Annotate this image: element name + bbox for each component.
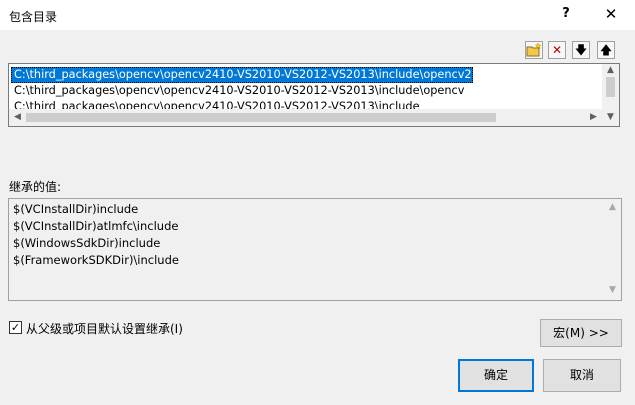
arrow-down-icon: 🡇 bbox=[574, 43, 588, 57]
vertical-scrollbar: ▲ ▼ bbox=[604, 199, 621, 300]
scroll-down-icon: ▼ bbox=[609, 285, 616, 295]
window-title: 包含目录 bbox=[9, 10, 58, 24]
scroll-up-icon[interactable]: ▲ bbox=[602, 65, 619, 75]
delete-icon: ✕ bbox=[551, 43, 563, 57]
list-item[interactable]: C:\third_packages\opencv\opencv2410-VS20… bbox=[12, 83, 464, 99]
arrow-up-icon: 🡅 bbox=[599, 43, 613, 57]
list-item: $(FrameworkSDKDir)\include bbox=[13, 253, 179, 267]
inherited-values-label: 继承的值: bbox=[9, 180, 62, 194]
help-icon[interactable]: ? bbox=[559, 6, 573, 21]
scroll-left-icon[interactable]: ◀ bbox=[9, 112, 26, 122]
move-up-button[interactable]: 🡅 bbox=[597, 41, 615, 59]
scroll-thumb[interactable] bbox=[26, 113, 496, 122]
new-folder-icon bbox=[526, 42, 542, 57]
checkbox[interactable]: ✓ bbox=[9, 321, 22, 334]
scroll-right-icon[interactable]: ▶ bbox=[585, 112, 602, 122]
list-item: $(WindowsSdkDir)include bbox=[13, 236, 161, 250]
new-line-button[interactable] bbox=[525, 41, 543, 59]
ok-button[interactable]: 确定 bbox=[458, 359, 534, 392]
inherited-values-box: $(VCInstallDir)include $(VCInstallDir)at… bbox=[8, 198, 622, 301]
cancel-button[interactable]: 取消 bbox=[543, 359, 621, 392]
close-icon[interactable]: ✕ bbox=[600, 4, 622, 24]
list-item[interactable]: C:\third_packages\opencv\opencv2410-VS20… bbox=[11, 67, 473, 83]
scroll-thumb[interactable] bbox=[606, 77, 615, 97]
horizontal-scrollbar[interactable]: ◀ ▶ bbox=[9, 109, 602, 126]
delete-button[interactable]: ✕ bbox=[548, 41, 566, 59]
list-item: $(VCInstallDir)include bbox=[13, 202, 139, 216]
vertical-scrollbar[interactable]: ▲ bbox=[602, 64, 619, 109]
include-directory-list[interactable]: C:\third_packages\opencv\opencv2410-VS20… bbox=[8, 63, 620, 127]
scroll-up-icon: ▲ bbox=[609, 202, 616, 212]
move-down-button[interactable]: 🡇 bbox=[572, 41, 590, 59]
scroll-down-icon[interactable]: ▼ bbox=[602, 112, 619, 122]
scroll-corner: ▼ bbox=[602, 109, 619, 126]
title-bar: 包含目录 ? ✕ bbox=[0, 0, 635, 30]
macros-button[interactable]: 宏(M) >> bbox=[540, 319, 622, 347]
inherit-checkbox-label[interactable]: 从父级或项目默认设置继承(I) bbox=[26, 320, 183, 337]
list-item: $(VCInstallDir)atlmfc\include bbox=[13, 219, 179, 233]
